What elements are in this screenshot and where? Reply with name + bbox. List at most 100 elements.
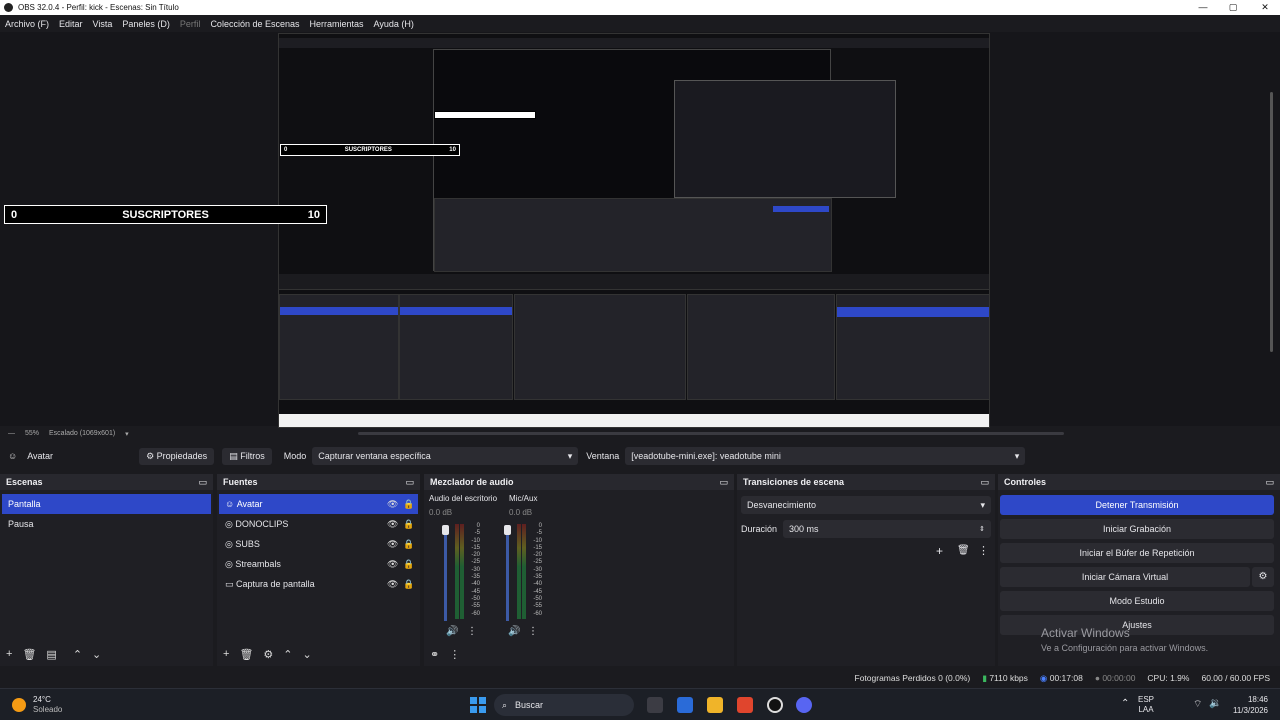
db-tick: -10 — [471, 537, 480, 544]
maximize-button[interactable]: ▢ — [1218, 0, 1248, 15]
arrow-up-icon[interactable]: ⌃ — [283, 648, 292, 661]
start-virtual-camera-button[interactable]: Iniciar Cámara Virtual — [1000, 567, 1250, 587]
folder-icon[interactable] — [707, 697, 723, 713]
filter-icon[interactable]: ▤ — [46, 648, 56, 661]
add-icon[interactable]: + — [936, 544, 943, 558]
volume-knob[interactable] — [442, 525, 449, 535]
menu-edit[interactable]: Editar — [59, 19, 83, 29]
dropped-frames: Fotogramas Perdidos 0 (0.0%) — [854, 673, 971, 683]
more-icon[interactable]: ⋮ — [978, 544, 989, 557]
db-tick: -40 — [471, 581, 480, 588]
weather-text[interactable]: Soleado — [33, 705, 62, 714]
lock-icon[interactable]: 🔒 — [403, 519, 414, 530]
chevron-up-icon[interactable]: ⌃ — [1121, 698, 1129, 709]
window-title: OBS 32.0.4 - Perfil: kick - Escenas: Sin… — [18, 3, 179, 12]
store-icon[interactable] — [677, 697, 693, 713]
source-item[interactable]: ☺ Avatar 👁 🔒 — [219, 494, 418, 514]
preview-vscroll[interactable] — [1270, 92, 1273, 352]
properties-button[interactable]: ⚙ Propiedades — [139, 447, 215, 465]
add-icon[interactable]: + — [223, 648, 229, 660]
source-item[interactable]: ◎ SUBS 👁 🔒 — [219, 534, 418, 554]
start-recording-button[interactable]: Iniciar Grabación — [1000, 519, 1274, 539]
dock-float-icon[interactable]: ▭ — [405, 477, 414, 488]
start-replay-buffer-button[interactable]: Iniciar el Búfer de Repetición — [1000, 543, 1274, 563]
dock-float-icon[interactable]: ▭ — [719, 477, 728, 488]
wifi-icon[interactable]: ⌔ — [1193, 698, 1202, 711]
more-icon[interactable]: ⋮ — [528, 626, 538, 637]
lock-icon[interactable]: 🔒 — [403, 579, 414, 590]
mode-select[interactable]: Capturar ventana específica ▾ — [312, 447, 579, 465]
obs-icon[interactable] — [767, 697, 783, 713]
taskbar-search[interactable]: ⌕ Buscar — [494, 694, 634, 716]
close-button[interactable]: ✕ — [1250, 0, 1280, 15]
brave-icon[interactable] — [737, 697, 753, 713]
capture-taskbar — [279, 414, 989, 427]
speaker-icon[interactable]: 🔊 — [446, 626, 458, 637]
discord-icon[interactable] — [796, 697, 812, 713]
minimize-button[interactable]: — — [1188, 0, 1218, 15]
eye-icon[interactable]: 👁 — [387, 519, 398, 530]
source-name: Avatar — [27, 451, 54, 461]
source-item[interactable]: ▭ Captura de pantalla 👁 🔒 — [219, 574, 418, 594]
eye-icon[interactable]: 👁 — [387, 499, 398, 510]
lock-icon[interactable]: 🔒 — [403, 499, 414, 510]
lock-icon[interactable]: 🔒 — [403, 539, 414, 550]
speaker-icon[interactable]: 🔉 — [1209, 698, 1221, 709]
zoom-dropdown-icon[interactable]: — — [8, 430, 15, 437]
eye-icon[interactable]: 👁 — [387, 559, 398, 570]
dock-float-icon[interactable]: ▭ — [198, 477, 207, 488]
trash-icon[interactable]: 🗑 — [22, 648, 36, 661]
more-icon[interactable]: ⋮ — [449, 648, 460, 661]
record-icon: ● — [1094, 673, 1100, 683]
volume-fader[interactable] — [506, 526, 509, 621]
source-toolbar: ☺ Avatar ⚙ Propiedades ▤ Filtros Modo Ca… — [0, 444, 1280, 468]
trash-icon[interactable]: 🗑 — [239, 648, 253, 661]
duration-input[interactable]: 300 ms ⇕ — [783, 520, 991, 538]
scale-dropdown-icon[interactable]: ▾ — [125, 430, 129, 438]
dock-float-icon[interactable]: ▭ — [1265, 477, 1274, 488]
filters-button[interactable]: ▤ Filtros — [222, 447, 272, 465]
arrow-down-icon[interactable]: ⌄ — [303, 648, 312, 661]
stop-streaming-button[interactable]: Detener Transmisión — [1000, 495, 1274, 515]
menu-help[interactable]: Ayuda (H) — [374, 19, 414, 29]
speaker-icon[interactable]: 🔊 — [508, 626, 520, 637]
scene-item[interactable]: Pantalla — [2, 494, 211, 514]
clock[interactable]: 18:46 11/3/2026 — [1226, 694, 1268, 716]
arrow-up-icon[interactable]: ⌃ — [73, 648, 82, 661]
menu-tools[interactable]: Herramientas — [310, 19, 364, 29]
menu-file[interactable]: Archivo (F) — [5, 19, 49, 29]
transition-select[interactable]: Desvanecimiento ▾ — [741, 496, 991, 514]
eye-icon[interactable]: 👁 — [387, 579, 398, 590]
arrow-down-icon[interactable]: ⌄ — [92, 648, 101, 661]
menu-view[interactable]: Vista — [93, 19, 113, 29]
status-bar: Fotogramas Perdidos 0 (0.0%) ▮ 7110 kbps… — [0, 668, 1280, 688]
trash-icon[interactable]: 🗑 — [957, 545, 970, 556]
lock-icon[interactable]: 🔒 — [403, 559, 414, 570]
menu-docks[interactable]: Paneles (D) — [122, 19, 170, 29]
studio-mode-button[interactable]: Modo Estudio — [1000, 591, 1274, 611]
language-indicator[interactable]: ESP LAA — [1138, 695, 1154, 715]
db-tick: -15 — [471, 544, 480, 551]
source-item[interactable]: ◎ Streambals 👁 🔒 — [219, 554, 418, 574]
scene-item[interactable]: Pausa — [2, 514, 211, 534]
dock-float-icon[interactable]: ▭ — [980, 477, 989, 488]
gear-icon[interactable]: ⚙ — [1252, 567, 1274, 587]
task-view-icon[interactable] — [647, 697, 663, 713]
add-icon[interactable]: + — [6, 648, 12, 660]
subscribers-count-right: 10 — [307, 208, 320, 221]
weather-temp[interactable]: 24°C — [33, 695, 51, 704]
db-tick: -60 — [471, 610, 480, 617]
window-select[interactable]: [veadotube-mini.exe]: veadotube mini ▾ — [625, 447, 1026, 465]
preview-hscroll[interactable] — [358, 432, 1064, 435]
source-item[interactable]: ◎ DONOCLIPS 👁 🔒 — [219, 514, 418, 534]
menu-scene-collection[interactable]: Colección de Escenas — [210, 19, 299, 29]
eye-icon[interactable]: 👁 — [387, 539, 398, 550]
link-icon[interactable]: ⚭ — [430, 648, 439, 661]
gear-icon[interactable]: ⚙ — [263, 648, 273, 661]
menu-profile[interactable]: Perfil — [180, 19, 201, 29]
volume-fader[interactable] — [444, 526, 447, 621]
capture-sources — [399, 294, 513, 400]
windows-start-icon[interactable] — [470, 697, 486, 713]
volume-knob[interactable] — [504, 525, 511, 535]
more-icon[interactable]: ⋮ — [467, 626, 477, 637]
